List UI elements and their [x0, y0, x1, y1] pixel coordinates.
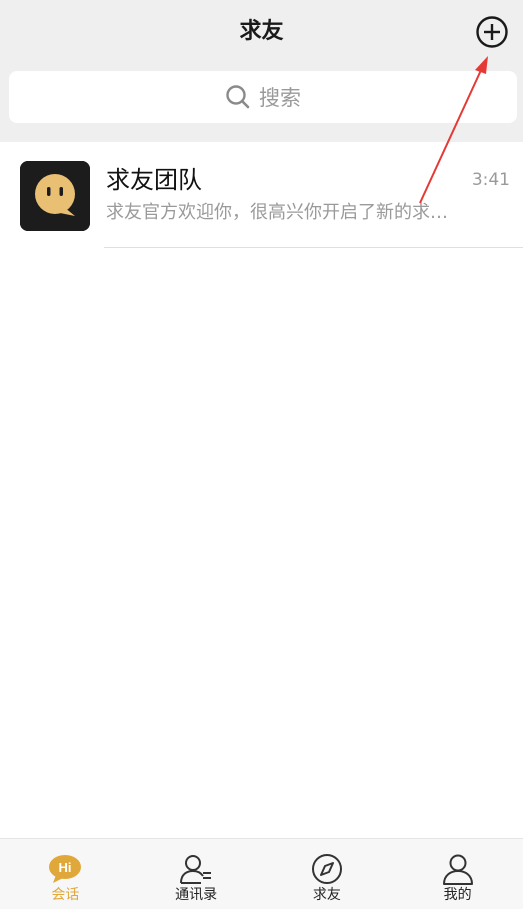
tab-label: 我的 [443, 887, 472, 903]
conversation-preview: 求友官方欢迎你，很高兴你开启了新的求… [106, 202, 448, 223]
tab-contacts[interactable]: 通讯录 [131, 839, 262, 909]
page-title: 求友 [239, 19, 284, 44]
conversation-item[interactable]: 求友团队 3:41 求友官方欢迎你，很高兴你开启了新的求… [0, 142, 523, 248]
tab-me[interactable]: 我的 [392, 839, 523, 909]
compass-icon [311, 854, 342, 884]
tab-conversations[interactable]: Hi 会话 [0, 839, 131, 909]
tab-label: 会话 [51, 887, 80, 903]
app-screen: 求友 搜索 求友团队 3:41 求友官方欢迎你，很高兴你开启了新的求… Hi 会… [0, 0, 523, 909]
tab-bar: Hi 会话 通讯录 求友 我的 [0, 838, 523, 909]
avatar [20, 161, 90, 231]
hi-chat-bubble-icon: Hi [49, 855, 82, 883]
search-bar[interactable]: 搜索 [9, 71, 517, 123]
tab-label: 求友 [312, 887, 341, 903]
conversation-name: 求友团队 [106, 166, 202, 194]
search-placeholder: 搜索 [259, 86, 301, 110]
add-button[interactable] [474, 14, 510, 50]
plus-circle-icon [476, 16, 508, 48]
contacts-icon [180, 855, 212, 884]
search-icon [226, 85, 250, 109]
divider [104, 247, 523, 248]
qiuyou-logo-icon [20, 161, 90, 231]
tab-label: 通讯录 [175, 887, 218, 903]
header-area: 求友 搜索 [0, 0, 523, 142]
conversation-time: 3:41 [471, 170, 510, 190]
hi-badge-text: Hi [59, 860, 72, 875]
person-icon [442, 854, 473, 885]
tab-discover[interactable]: 求友 [262, 839, 393, 909]
